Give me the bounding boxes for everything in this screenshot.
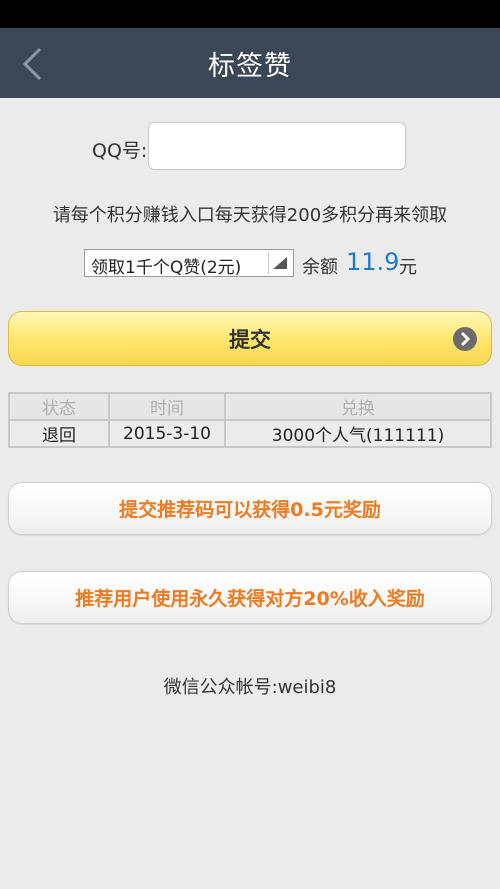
wechat-account-text: 微信公众帐号:weibi8 [163, 677, 337, 698]
column-header-exchange: 兑换 [224, 392, 492, 421]
circle-chevron-right-icon [453, 327, 477, 351]
cell-time: 2015-3-10 [108, 419, 226, 448]
column-header-time: 时间 [108, 392, 226, 421]
page-title: 标签赞 [208, 50, 292, 82]
table-row: 退回 2015-3-10 3000个人气(111111) [8, 419, 492, 448]
submit-label: 提交 [229, 327, 271, 352]
submit-button[interactable]: 提交 [8, 311, 492, 366]
status-bar [0, 0, 500, 28]
referral-code-button[interactable]: 提交推荐码可以获得0.5元奖励 [8, 482, 492, 535]
dropdown-triangle-icon [268, 252, 291, 274]
column-header-status: 状态 [8, 392, 110, 421]
qq-label: QQ号: [92, 140, 148, 162]
qq-number-input[interactable] [148, 122, 406, 170]
table-header-row: 状态 时间 兑换 [8, 392, 492, 421]
referral-user-button[interactable]: 推荐用户使用永久获得对方20%收入奖励 [8, 571, 492, 624]
qq-row: QQ号: [0, 122, 500, 172]
package-select[interactable]: 领取1千个Q赞(2元) [84, 249, 294, 278]
balance-label: 余额 [302, 257, 338, 278]
cell-exchange: 3000个人气(111111) [224, 419, 492, 448]
back-button[interactable] [14, 46, 50, 82]
package-row: 领取1千个Q赞(2元) 余额 11.9 元 [0, 248, 500, 280]
balance-unit: 元 [399, 257, 417, 278]
hint-text: 请每个积分赚钱入口每天获得200多积分再来领取 [52, 205, 448, 226]
cell-status: 退回 [8, 419, 110, 448]
balance-value: 11.9 [346, 248, 400, 276]
chevron-left-icon [22, 47, 42, 81]
title-bar: 标签赞 [0, 28, 500, 98]
history-table: 状态 时间 兑换 退回 2015-3-10 3000个人气(111111) [8, 392, 492, 448]
package-select-value: 领取1千个Q赞(2元) [91, 258, 242, 278]
